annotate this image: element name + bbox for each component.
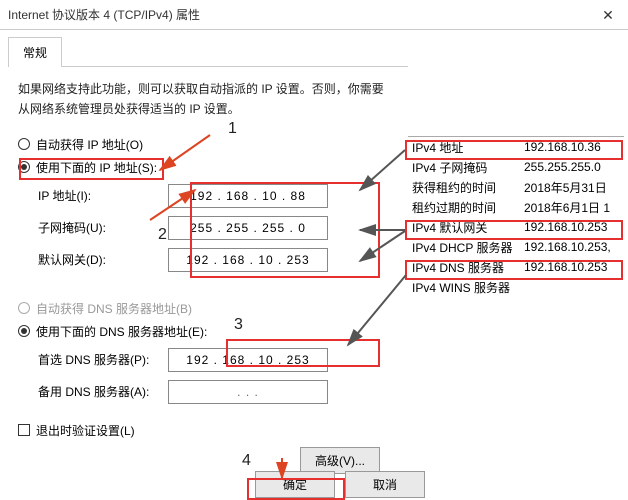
tab-row: 常规: [8, 36, 628, 66]
radio-icon: [18, 138, 30, 150]
validate-checkbox[interactable]: [18, 424, 30, 436]
title-bar: Internet 协议版本 4 (TCP/IPv4) 属性 ✕: [0, 0, 628, 30]
primary-dns-input[interactable]: 192 . 168 . 10 . 253: [168, 348, 328, 372]
radio-label: 使用下面的 DNS 服务器地址(E):: [36, 323, 207, 340]
cancel-button[interactable]: 取消: [345, 471, 425, 498]
validate-label: 退出时验证设置(L): [36, 422, 135, 439]
network-info-panel: IPv4 地址192.168.10.36 IPv4 子网掩码255.255.25…: [408, 136, 624, 297]
info-label: IPv4 默认网关: [408, 219, 524, 236]
window-title: Internet 协议版本 4 (TCP/IPv4) 属性: [8, 6, 620, 23]
radio-icon: [18, 302, 30, 314]
info-value: 192.168.10.253,: [524, 240, 624, 254]
radio-manual-dns[interactable]: 使用下面的 DNS 服务器地址(E):: [18, 323, 390, 340]
radio-auto-dns: 自动获得 DNS 服务器地址(B): [18, 300, 390, 317]
radio-icon: [18, 325, 30, 337]
info-label: IPv4 子网掩码: [408, 159, 524, 176]
radio-label: 自动获得 DNS 服务器地址(B): [36, 300, 192, 317]
info-value: 255.255.255.0: [524, 160, 624, 174]
advanced-button[interactable]: 高级(V)...: [300, 447, 380, 474]
primary-dns-label: 首选 DNS 服务器(P):: [38, 351, 168, 368]
tab-general[interactable]: 常规: [8, 37, 62, 67]
info-label: IPv4 地址: [408, 139, 524, 156]
info-label: 租约过期的时间: [408, 199, 524, 216]
radio-manual-ip[interactable]: 使用下面的 IP 地址(S):: [18, 159, 390, 176]
content-area: 如果网络支持此功能，则可以获取自动指派的 IP 设置。否则，你需要从网络系统管理…: [0, 67, 408, 486]
info-label: IPv4 DHCP 服务器: [408, 239, 524, 256]
alt-dns-input[interactable]: . . .: [168, 380, 328, 404]
info-value: 192.168.10.36: [524, 140, 624, 154]
radio-label: 使用下面的 IP 地址(S):: [36, 159, 157, 176]
description-text: 如果网络支持此功能，则可以获取自动指派的 IP 设置。否则，你需要从网络系统管理…: [18, 79, 390, 120]
info-value: 2018年5月31日: [524, 179, 624, 196]
ip-address-input[interactable]: 192 . 168 . 10 . 88: [168, 184, 328, 208]
info-label: IPv4 DNS 服务器: [408, 259, 524, 276]
alt-dns-label: 备用 DNS 服务器(A):: [38, 383, 168, 400]
info-label: 获得租约的时间: [408, 179, 524, 196]
info-label: IPv4 WINS 服务器: [408, 279, 524, 296]
radio-label: 自动获得 IP 地址(O): [36, 136, 143, 153]
info-value: 192.168.10.253: [524, 220, 624, 234]
gateway-input[interactable]: 192 . 168 . 10 . 253: [168, 248, 328, 272]
radio-auto-ip[interactable]: 自动获得 IP 地址(O): [18, 136, 390, 153]
info-value: 192.168.10.253: [524, 260, 624, 274]
ok-button[interactable]: 确定: [255, 471, 335, 498]
mask-label: 子网掩码(U):: [38, 219, 168, 236]
info-value: 2018年6月1日 1: [524, 199, 624, 216]
radio-icon: [18, 161, 30, 173]
ip-label: IP 地址(I):: [38, 187, 168, 204]
close-button[interactable]: ✕: [588, 0, 628, 30]
gateway-label: 默认网关(D):: [38, 251, 168, 268]
subnet-mask-input[interactable]: 255 . 255 . 255 . 0: [168, 216, 328, 240]
